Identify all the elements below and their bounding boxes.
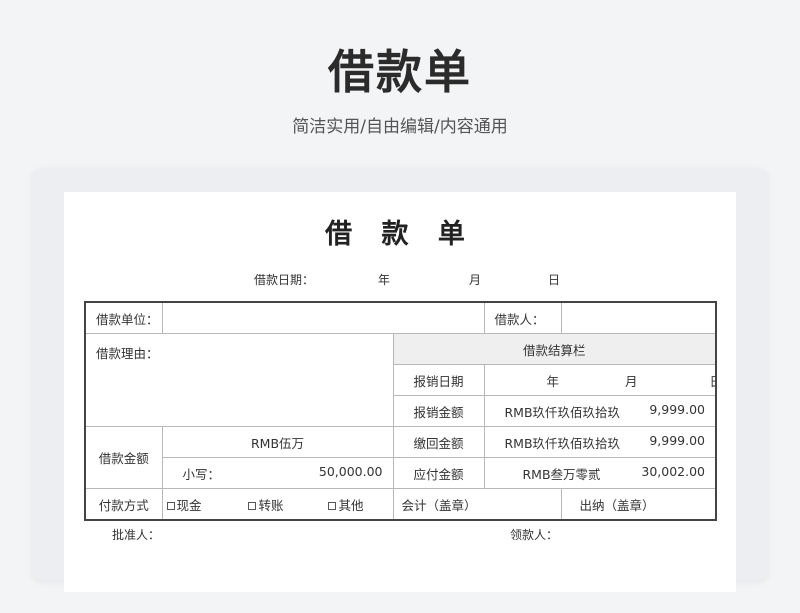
reimburse-month: 月 [625, 373, 638, 389]
page-subtitle: 简洁实用/自由编辑/内容通用 [292, 117, 508, 137]
reimburse-date-label: 报销日期 [392, 364, 485, 396]
table-row: 50,000.00 小写： 应付金额 30,002.00 RMB叁万零贰 [85, 457, 717, 489]
loan-table: 借款单位： 借款人： 借款理由： 借款结算栏 报销日期 年 月 日 报销金额 9,9… [84, 301, 717, 521]
pay-option-other[interactable]: 其他 [328, 495, 363, 514]
reason-cell[interactable]: 借款理由： [84, 333, 394, 427]
checkbox-icon [328, 502, 337, 510]
loan-amount-label: 借款金额 [84, 426, 163, 489]
pay-method-label: 付款方式 [84, 488, 163, 521]
date-day-label: 日 [548, 273, 561, 287]
loan-amount-words[interactable]: RMB伍万 [161, 426, 394, 458]
return-amount-value: 9,999.00 [649, 432, 705, 448]
return-amount-label: 缴回金额 [392, 426, 485, 458]
return-amount-cell[interactable]: 9,999.00 RMB玖仟玖佰玖拾玖 [483, 426, 717, 458]
loan-amount-small-value: 50,000.00 [318, 463, 383, 479]
reimburse-year: 年 [546, 373, 560, 389]
checkbox-icon [248, 502, 257, 510]
return-amount-words: RMB玖仟玖佰玖拾玖 [504, 435, 621, 451]
unit-label: 借款单位： [84, 301, 163, 334]
date-year-label: 年 [378, 273, 391, 287]
reimburse-amount-value: 9,999.00 [649, 401, 705, 417]
reimburse-amount-words: RMB玖仟玖佰玖拾玖 [504, 404, 621, 420]
table-row: 借款理由： 借款结算栏 [84, 333, 717, 427]
table-row: 付款方式 现金 转账 其他 会计（盖章） 出纳（盖章） [84, 488, 717, 521]
form-title: 借 款 单 [325, 219, 475, 250]
payable-amount-words: RMB叁万零贰 [522, 466, 601, 482]
checkbox-icon [166, 502, 175, 510]
table-row: 借款金额 RMB伍万 缴回金额 9,999.00 RMB玖仟玖佰玖拾玖 [84, 426, 717, 489]
pay-method-options: 现金 转账 其他 [161, 488, 394, 521]
borrower-value-cell[interactable] [560, 301, 717, 334]
reimburse-date-cell[interactable]: 年月日 [483, 364, 717, 396]
page-title: 借款单 [328, 45, 472, 99]
table-row: 借款单位： 借款人： [84, 301, 717, 334]
reimburse-amount-cell[interactable]: 9,999.00 RMB玖仟玖佰玖拾玖 [483, 395, 717, 427]
date-label: 借款日期： [254, 273, 315, 287]
loan-amount-small-cell[interactable]: 50,000.00 小写： [161, 457, 394, 489]
reimburse-amount-label: 报销金额 [392, 395, 485, 427]
pay-option-transfer[interactable]: 转账 [248, 495, 324, 514]
reimburse-day: 日 [710, 374, 715, 389]
payable-label: 应付金额 [392, 457, 485, 489]
payable-amount-value: 30,002.00 [641, 463, 705, 479]
payable-cell[interactable]: 30,002.00 RMB叁万零贰 [483, 457, 717, 489]
small-label: 小写： [182, 466, 221, 482]
cashier-cell[interactable]: 出纳（盖章） [560, 488, 717, 521]
borrower-label: 借款人： [483, 301, 562, 334]
settlement-header: 借款结算栏 [392, 333, 717, 365]
unit-value-cell[interactable] [161, 301, 485, 334]
pay-option-cash[interactable]: 现金 [166, 495, 245, 514]
accountant-cell[interactable]: 会计（盖章） [392, 488, 562, 521]
approver-label: 批准人： [112, 528, 161, 542]
date-month-label: 月 [469, 273, 482, 287]
loan-form-sheet: 借 款 单 借款日期： 年 月 日 借款单位： 借款人： 借款理由： 借款结算栏… [64, 192, 736, 592]
receiver-label: 领款人： [510, 528, 559, 542]
